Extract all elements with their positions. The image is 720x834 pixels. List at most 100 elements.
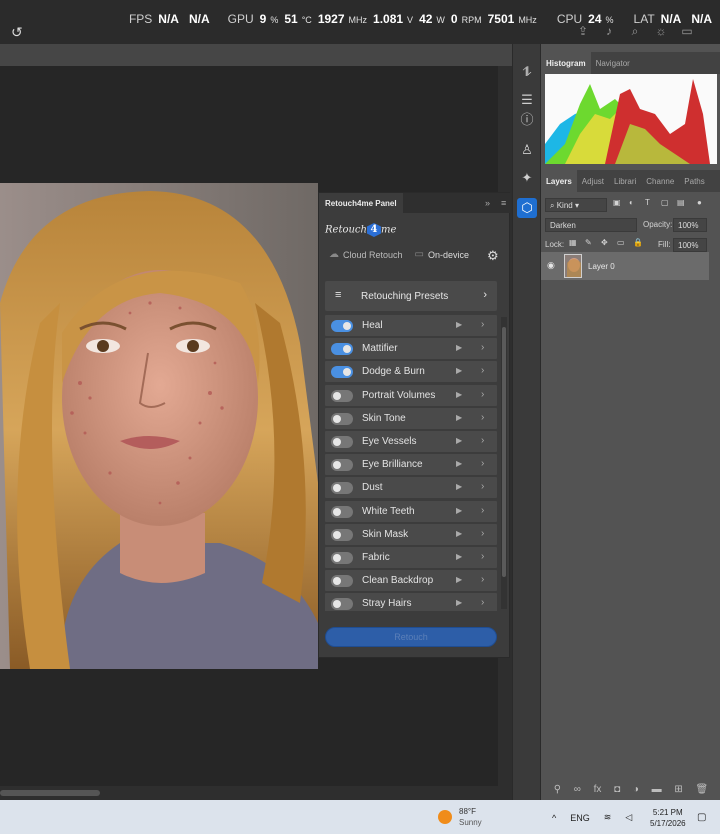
pixel-filter-icon[interactable]: ▣ [613,198,621,207]
play-icon[interactable]: ▶ [456,366,462,375]
panel-menu-icon[interactable]: ≡ [501,198,506,208]
smart-object-filter-icon[interactable]: ▤ [677,198,685,207]
layer-name[interactable]: Layer 0 [588,262,615,271]
play-icon[interactable]: ▶ [456,436,462,445]
play-icon[interactable]: ▶ [456,343,462,352]
plugin-row[interactable]: Mattifier ▶ › [325,338,497,360]
tab-channels[interactable]: Channe [641,170,679,192]
chevron-right-icon[interactable]: › [481,342,484,353]
portrait-photo[interactable] [0,183,318,669]
lock-image-icon[interactable]: ✎ [585,238,592,247]
plugin-toggle[interactable] [331,598,353,611]
plugin-toggle[interactable] [331,552,353,564]
play-icon[interactable]: ▶ [456,459,462,468]
chevron-right-icon[interactable]: › [481,528,484,539]
filter-toggle-icon[interactable]: ● [697,198,702,207]
plugin-row[interactable]: Eye Vessels ▶ › [325,431,497,452]
plugin-toggle[interactable] [331,436,353,448]
brush-settings-icon[interactable]: ⥮ [517,62,537,82]
volume-icon[interactable]: ◁ [625,812,632,823]
retouch4me-tab[interactable]: Retouch4me Panel [319,193,403,213]
retouch4me-panel-icon[interactable]: ⬡ [517,198,537,218]
search-icon[interactable]: ⌕ [628,24,642,38]
play-icon[interactable]: ▶ [456,529,462,538]
rotate-view-icon[interactable]: ↺ [11,24,23,41]
chevron-right-icon[interactable]: › [481,365,484,376]
clone-source-icon[interactable]: ♙ [517,140,537,160]
tab-histogram[interactable]: Histogram [541,52,591,74]
play-icon[interactable]: ▶ [456,320,462,329]
plugin-row[interactable]: Fabric ▶ › [325,547,497,568]
fx-icon[interactable]: fx [594,784,602,795]
collapse-panel-icon[interactable]: » [485,198,490,208]
plugin-row[interactable]: Skin Tone ▶ › [325,407,497,429]
shape-filter-icon[interactable]: ▢ [661,198,669,207]
plugin-toggle[interactable] [331,389,353,402]
wifi-icon[interactable]: ≋ [604,812,612,823]
plugin-row[interactable]: Portrait Volumes ▶ › [325,384,497,406]
chevron-right-icon[interactable]: › [481,574,484,585]
adjustment-filter-icon[interactable]: ◐ [629,198,634,207]
tab-libraries[interactable]: Librari [609,170,641,192]
plugin-list-scroll-thumb[interactable] [502,327,506,577]
play-icon[interactable]: ▶ [456,413,462,422]
folder-icon[interactable]: ▬ [652,784,662,795]
plugin-toggle[interactable] [331,343,353,356]
eye-icon[interactable]: ◉ [547,260,555,271]
chevron-right-icon[interactable]: › [481,458,484,469]
chevron-right-icon[interactable]: › [481,551,484,562]
plugin-row[interactable]: White Teeth ▶ › [325,500,497,522]
tab-paths[interactable]: Paths [679,170,709,192]
chevron-right-icon[interactable]: › [481,319,484,330]
layer-filter-kind[interactable]: ⌕ Kind ▾ [545,198,607,212]
horizontal-scrollbar[interactable] [0,786,498,800]
lightbulb-icon[interactable]: ☼ [654,24,668,38]
share-icon[interactable]: ⇪ [576,24,590,38]
chevron-right-icon[interactable]: › [481,597,484,608]
plugin-toggle[interactable] [331,412,353,425]
tab-navigator[interactable]: Navigator [591,52,635,74]
plugin-toggle[interactable] [331,482,353,495]
plugin-row[interactable]: Stray Hairs ▶ › [325,593,497,611]
chevron-right-icon[interactable]: › [481,412,484,423]
plugin-row[interactable]: Eye Brilliance ▶ › [325,454,497,476]
tab-layers[interactable]: Layers [541,170,577,192]
retouch-button[interactable]: Retouch [325,627,497,647]
lock-all-icon[interactable]: 🔒 [633,238,643,247]
plugin-toggle[interactable] [331,366,353,379]
plugin-toggle[interactable] [331,459,353,472]
weather-widget[interactable]: 88°F Sunny [438,806,482,828]
layer-row[interactable]: ◉ Layer 0 [541,252,709,280]
play-icon[interactable]: ▶ [456,598,462,607]
adjustment-layer-icon[interactable]: ◑ [633,784,639,795]
lock-position-icon[interactable]: ✥ [601,238,608,247]
new-layer-icon[interactable]: ⊞ [674,784,682,795]
plugin-toggle[interactable] [331,575,353,588]
type-filter-icon[interactable]: T [645,198,650,207]
play-icon[interactable]: ▶ [456,482,462,491]
gear-icon[interactable]: ⚙ [487,248,499,264]
play-icon[interactable]: ▶ [456,575,462,584]
language-indicator[interactable]: ENG [570,813,590,823]
bell-icon[interactable]: ♪ [602,24,616,38]
opacity-input[interactable]: 100% [673,218,707,232]
trash-icon[interactable]: 🗑 [695,784,708,795]
plugin-toggle[interactable] [331,528,353,541]
retouching-presets-button[interactable]: ≡ Retouching Presets › [325,281,497,311]
horizontal-scroll-thumb[interactable] [0,790,100,796]
play-icon[interactable]: ▶ [456,552,462,561]
tab-adjustments[interactable]: Adjust [577,170,609,192]
chevron-right-icon[interactable]: › [481,389,484,400]
workspace-icon[interactable]: ▭ [680,24,694,38]
cloud-retouch-option[interactable]: Cloud Retouch [343,250,403,260]
plugin-row[interactable]: Dodge & Burn ▶ › [325,361,497,383]
plugin-row[interactable]: Heal ▶ › [325,315,497,336]
lock-transparent-icon[interactable]: ▦ [569,238,577,247]
plugin-toggle[interactable] [331,505,353,518]
info-icon[interactable]: ⓘ [517,110,537,130]
plugin-toggle[interactable] [331,320,353,332]
adjustments-icon[interactable]: ☰ [517,90,537,110]
blend-mode-select[interactable]: Darken [545,218,637,232]
actions-icon[interactable]: ✦ [517,168,537,188]
fill-input[interactable]: 100% [673,238,707,252]
